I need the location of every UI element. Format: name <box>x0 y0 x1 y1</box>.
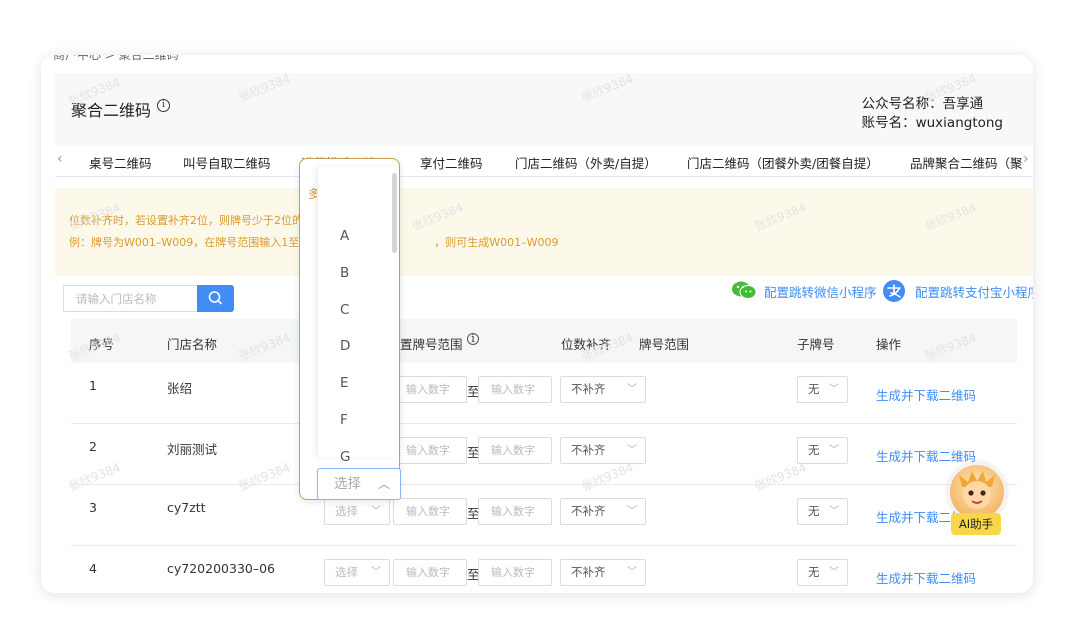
row-no: 3 <box>89 500 97 515</box>
account-name: 公众号名称：吾享通 <box>861 96 984 112</box>
dropdown-option-list: A B C D E F G <box>317 167 399 465</box>
dropdown-option[interactable]: A <box>340 228 349 244</box>
chevron-down-icon: ﹀ <box>627 506 637 517</box>
page-title: 聚合二维码 <box>71 101 152 120</box>
range-start-input[interactable]: 输入数字 <box>393 559 467 586</box>
tab-store-qr-delivery[interactable]: 门店二维码（外卖/自提） <box>515 153 657 172</box>
col-pad: 位数补齐 <box>561 337 612 352</box>
prefix-select[interactable]: 选择 ﹀ <box>324 498 390 525</box>
main-content: 聚合二维码 i 公众号名称：吾享通 账号名：wuxiangtong ‹ 桌号二维… <box>55 71 1033 593</box>
row-no: 1 <box>89 378 97 393</box>
col-op: 操作 <box>876 337 902 352</box>
table-row: 4 cy720200330–06 选择 ﹀ 输入数字 至 输入数字 不补齐 ﹀ 无 ﹀… <box>71 546 1017 593</box>
info-icon[interactable]: i <box>157 99 170 112</box>
sub-select[interactable]: 无 ﹀ <box>797 437 848 464</box>
prefix-select-open[interactable]: 选择 ︿ <box>317 468 401 500</box>
chevron-down-icon: ﹀ <box>829 506 839 517</box>
chevron-down-icon: ﹀ <box>627 384 637 395</box>
chevron-down-icon: ﹀ <box>371 567 381 578</box>
row-store: 刘丽测试 <box>167 442 218 457</box>
pad-select[interactable]: 不补齐 ﹀ <box>560 376 646 403</box>
col-plate-range: 牌号范围 <box>639 337 690 352</box>
pad-select[interactable]: 不补齐 ﹀ <box>560 559 646 586</box>
chevron-down-icon: ﹀ <box>627 567 637 578</box>
breadcrumb[interactable]: 商户中心 > 聚合二维码 <box>53 55 179 63</box>
app-window: 商户中心 > 聚合二维码 聚合二维码 i 公众号名称：吾享通 账号名：wuxia… <box>41 55 1033 593</box>
table-header: 序号 门店名称 置牌号范围 i 位数补齐 牌号范围 子牌号 操作 <box>71 319 1017 363</box>
pad-select[interactable]: 不补齐 ﹀ <box>560 437 646 464</box>
config-alipay-link[interactable]: 配置跳转支付宝小程序 <box>915 282 1033 301</box>
range-start-input[interactable]: 输入数字 <box>393 376 467 403</box>
tab-brand-qr[interactable]: 品牌聚合二维码（聚 <box>910 153 1023 172</box>
tab-xiangfu-qr[interactable]: 享付二维码 <box>420 153 483 172</box>
table-row: 3 cy7ztt 选择 ﹀ 输入数字 至 输入数字 不补齐 ﹀ 无 ﹀ 生成并下载二维… <box>71 485 1017 546</box>
account-id: 账号名：wuxiangtong <box>861 115 1003 131</box>
chevron-up-icon: ︿ <box>377 477 390 491</box>
range-start-input[interactable]: 输入数字 <box>393 437 467 464</box>
dropdown-option[interactable]: C <box>340 302 349 318</box>
alipay-icon <box>883 280 905 302</box>
range-end-input[interactable]: 输入数字 <box>478 559 552 586</box>
range-info-icon[interactable]: i <box>467 333 479 345</box>
sub-select[interactable]: 无 ﹀ <box>797 498 848 525</box>
chevron-down-icon: ﹀ <box>829 384 839 395</box>
dropdown-option[interactable]: E <box>340 375 349 391</box>
dropdown-option[interactable]: D <box>340 338 350 354</box>
dropdown-scrollbar[interactable] <box>392 173 397 253</box>
col-sub: 子牌号 <box>797 337 835 352</box>
ai-assistant-button[interactable]: AI助手 <box>946 463 1006 535</box>
sub-select[interactable]: 无 ﹀ <box>797 559 848 586</box>
row-store: 张绍 <box>167 381 193 396</box>
row-store: cy720200330–06 <box>167 561 276 576</box>
account-info: 公众号名称：吾享通 账号名：wuxiangtong <box>862 95 1003 133</box>
range-end-input[interactable]: 输入数字 <box>478 437 552 464</box>
search-button[interactable] <box>197 285 234 312</box>
row-store: cy7ztt <box>167 500 206 515</box>
search-input[interactable] <box>63 285 197 312</box>
config-wechat-link[interactable]: 配置跳转微信小程序 <box>764 282 877 301</box>
generate-download-link[interactable]: 生成并下载二维码 <box>876 385 976 404</box>
range-end-input[interactable]: 输入数字 <box>478 498 552 525</box>
row-no: 2 <box>89 439 97 454</box>
sub-select[interactable]: 无 ﹀ <box>797 376 848 403</box>
wechat-icon <box>732 281 757 299</box>
tab-bar: ‹ 桌号二维码 叫号自取二维码 进餐模式二维码 享付二维码 门店二维码（外卖/自… <box>55 145 1033 177</box>
page-header: 聚合二维码 i 公众号名称：吾享通 账号名：wuxiangtong <box>55 73 1033 145</box>
table-row: 2 刘丽测试 输入数字 至 输入数字 不补齐 ﹀ 无 ﹀ 生成并下载二维码 <box>71 424 1017 485</box>
row-no: 4 <box>89 561 97 576</box>
dropdown-option[interactable]: F <box>340 412 348 428</box>
tab-table-qr[interactable]: 桌号二维码 <box>89 153 152 172</box>
generate-download-link[interactable]: 生成并下载二维码 <box>876 568 976 587</box>
pad-select[interactable]: 不补齐 ﹀ <box>560 498 646 525</box>
tab-call-pickup-qr[interactable]: 叫号自取二维码 <box>183 153 271 172</box>
tab-scroll-right-icon[interactable]: › <box>1023 151 1029 167</box>
col-store: 门店名称 <box>167 337 218 352</box>
chevron-down-icon: ﹀ <box>627 445 637 456</box>
search-icon <box>208 291 222 305</box>
prefix-select[interactable]: 选择 ﹀ <box>324 559 390 586</box>
range-end-input[interactable]: 输入数字 <box>478 376 552 403</box>
col-no: 序号 <box>89 337 115 352</box>
dropdown-option[interactable]: B <box>340 265 349 281</box>
ai-assistant-label: AI助手 <box>951 513 1001 535</box>
table-row: 1 张绍 输入数字 至 输入数字 不补齐 ﹀ 无 ﹀ 生成并下载二维码 <box>71 363 1017 424</box>
chevron-down-icon: ﹀ <box>371 506 381 517</box>
chevron-down-icon: ﹀ <box>829 445 839 456</box>
prefix-dropdown: 多 A B C D E F G 选择 ︿ <box>299 158 401 500</box>
col-range: 置牌号范围 <box>400 337 463 352</box>
notice-banner: 位数补齐时，若设置补齐2位，则牌号少于2位的补齐位数 例：牌号为W001–W00… <box>55 188 1033 276</box>
tab-store-qr-group[interactable]: 门店二维码（团餐外卖/团餐自提） <box>687 153 879 172</box>
chevron-down-icon: ﹀ <box>829 567 839 578</box>
tab-scroll-left-icon[interactable]: ‹ <box>57 151 63 167</box>
range-start-input[interactable]: 输入数字 <box>393 498 467 525</box>
dropdown-option[interactable]: G <box>340 449 350 465</box>
